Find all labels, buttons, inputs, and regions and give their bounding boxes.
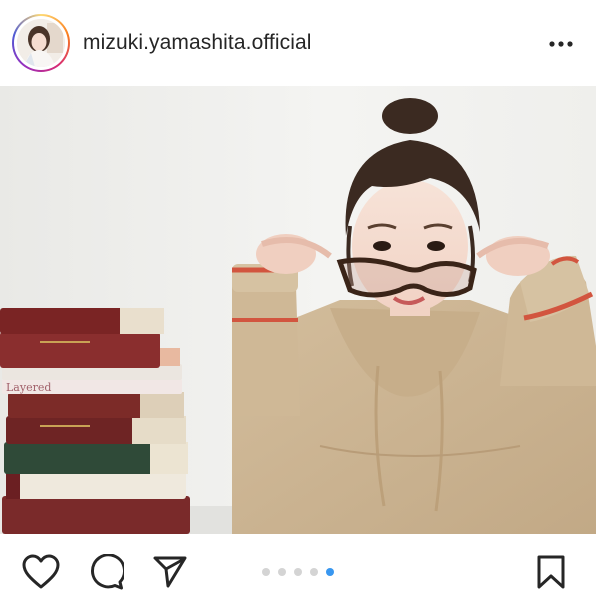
carousel-dot <box>278 568 286 576</box>
more-horizontal-icon <box>549 41 573 47</box>
comment-icon <box>91 553 126 590</box>
save-button[interactable] <box>536 554 566 595</box>
carousel-indicator <box>262 568 336 578</box>
share-button[interactable] <box>152 554 188 595</box>
book-spine-text: Layered <box>6 381 51 394</box>
bookmark-icon <box>537 555 565 589</box>
carousel-dot <box>310 568 318 576</box>
avatar-image <box>17 19 65 67</box>
avatar[interactable] <box>17 19 65 67</box>
heart-icon <box>22 554 60 589</box>
carousel-dot <box>294 568 302 576</box>
username-link[interactable]: mizuki.yamashita.official <box>83 31 312 55</box>
send-icon <box>153 556 187 588</box>
comment-button[interactable] <box>88 553 126 595</box>
more-options-button[interactable] <box>544 34 578 54</box>
carousel-dot <box>326 568 334 576</box>
post-image: Layered <box>0 86 596 534</box>
post-action-bar <box>0 534 596 600</box>
story-ring[interactable] <box>12 14 70 72</box>
like-button[interactable] <box>22 554 60 595</box>
post-header: mizuki.yamashita.official <box>0 0 596 86</box>
carousel-dot <box>262 568 270 576</box>
post-photo[interactable]: Layered <box>0 86 596 534</box>
